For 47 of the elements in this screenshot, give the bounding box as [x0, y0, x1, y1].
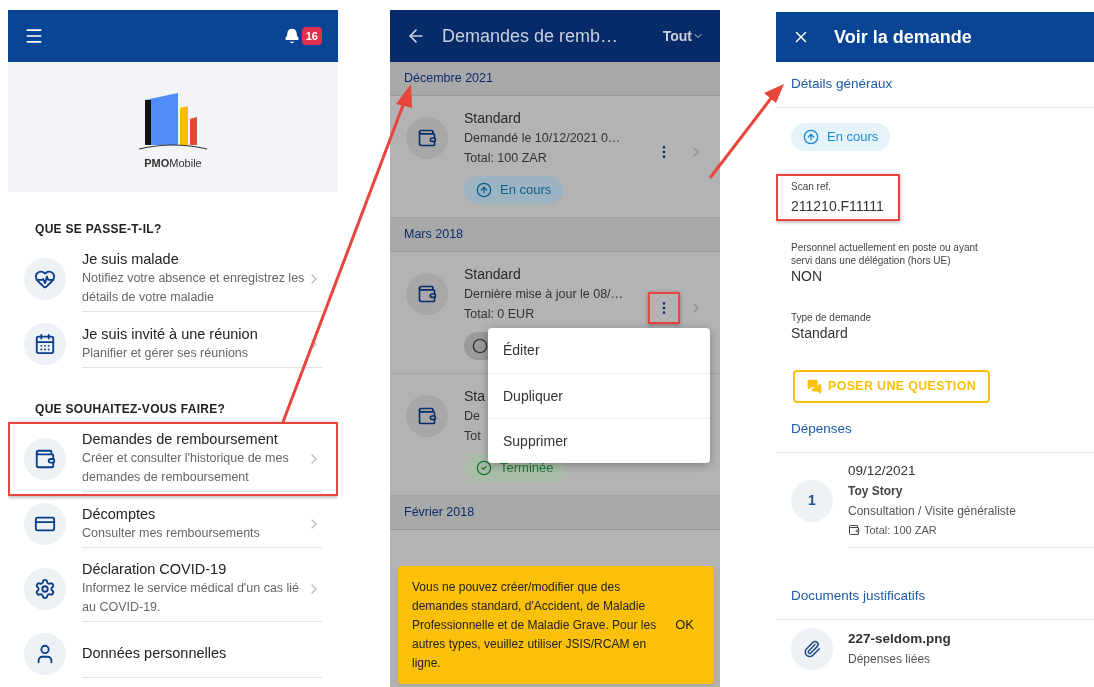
request-total: Tot	[464, 428, 481, 445]
field-value: 211210.F11111	[791, 197, 884, 215]
request-date: De	[464, 408, 480, 425]
field-label: Personnel actuellement en poste ou ayant servi dans une délégation (hors UE)	[791, 241, 979, 267]
request-total: Total: 0 EUR	[464, 306, 535, 323]
screen-title: Voir la demande	[834, 25, 972, 49]
section-heading: QUE SE PASSE-T-IL?	[34, 221, 163, 238]
field-value: NON	[791, 267, 824, 285]
screen-title: Demandes de remb…	[442, 24, 620, 48]
item-title: Données personnelles	[82, 644, 228, 663]
item-description: Consulter mes remboursements	[82, 524, 261, 542]
field-label: Type de demande	[791, 311, 872, 324]
item-description: Notifiez votre absence et enregistrez les détails de votre maladie	[82, 270, 306, 306]
expense-category: Consultation / Visite généraliste	[848, 503, 1017, 520]
request-type: Standard	[464, 265, 521, 284]
document-description: Dépenses liées	[848, 651, 932, 668]
request-date: Demandé le 10/12/2021 0…	[464, 130, 621, 147]
section-heading: Dépenses	[776, 407, 1094, 453]
notification-badge: 16	[301, 27, 322, 45]
expense-date: 09/12/2021	[848, 462, 917, 480]
request-type: Sta	[464, 387, 485, 406]
status-chip: En cours	[464, 176, 564, 204]
item-title: Je suis invité à une réunion	[82, 324, 259, 344]
item-description: Planifier et gérer ses réunions	[82, 344, 250, 362]
expense-number: 1	[791, 479, 833, 522]
request-total: Total: 100 ZAR	[464, 150, 547, 167]
month-header: Février 2018	[390, 496, 720, 530]
item-title: Je suis malade	[82, 250, 180, 269]
document-name: 227-seldom.png	[848, 630, 951, 648]
request-type: Standard	[464, 109, 521, 128]
field-value: Standard	[791, 324, 849, 342]
request-date: Dernière mise à jour le 08/…	[464, 286, 624, 303]
snackbar-message: Vous ne pouvez créer/modifier que des demandes standard, d'Accident, de Maladie Professionnelle et de Maladie Grave. Pour les autres types, veuillez utiliser JSIS/RCAM en ligne.	[412, 578, 658, 672]
status-chip: En cours	[791, 123, 891, 151]
section-heading: Documents justificatifs	[776, 574, 1094, 620]
item-title: Déclaration COVID-19	[82, 560, 228, 579]
expense-name: Toy Story	[848, 483, 904, 500]
field-label: Scan ref.	[791, 180, 833, 193]
logo-text: PMOMobile	[144, 155, 202, 171]
month-header: Mars 2018	[390, 218, 720, 252]
item-description: Informez le service médical d'un cas lié au COVID-19.	[82, 580, 301, 616]
section-heading: QUE SOUHAITEZ-VOUS FAIRE?	[34, 401, 227, 418]
month-header: Décembre 2021	[390, 62, 720, 96]
expense-total: Total: 100 ZAR	[864, 523, 937, 538]
item-title: Demandes de remboursement	[82, 430, 279, 449]
item-description: Créer et consulter l'historique de mes demandes de remboursement	[82, 450, 290, 486]
item-title: Décomptes	[82, 504, 157, 524]
